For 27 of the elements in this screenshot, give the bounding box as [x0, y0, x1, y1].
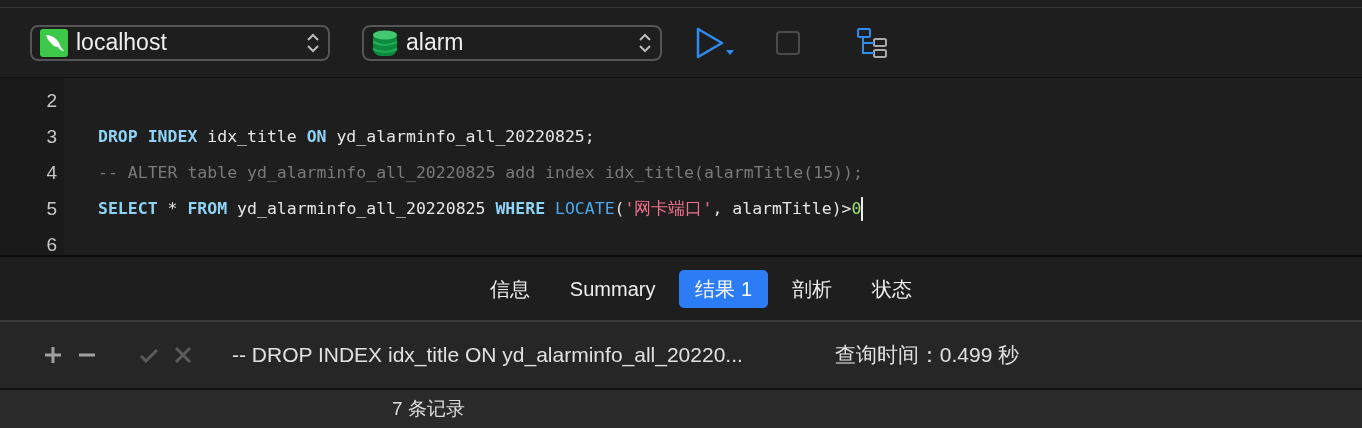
line-number: 6 — [46, 232, 57, 257]
line-number: 5 — [46, 196, 57, 221]
stepper-icon — [306, 31, 320, 54]
query-time: 查询时间：0.499 秒 — [834, 342, 1020, 369]
connection-name: localhost — [76, 28, 167, 58]
result-tab[interactable]: 结果 1 — [679, 269, 769, 308]
result-tab[interactable]: 信息 — [473, 269, 546, 308]
code-line: SELECT * FROM yd_alarminfo_all_20220825 WHERE LOCATE('网卡端口', alarmTitle)>0 — [98, 197, 862, 220]
dolphin-icon — [40, 28, 68, 57]
result-tab[interactable]: 剖析 — [776, 269, 849, 308]
line-number: 2 — [46, 88, 57, 113]
stepper-icon — [638, 31, 652, 54]
record-count: 7 条记录 — [392, 396, 465, 421]
connection-select[interactable]: localhost — [30, 24, 330, 61]
line-number: 4 — [46, 160, 57, 185]
add-button[interactable] — [42, 344, 64, 366]
result-tab[interactable]: 状态 — [856, 269, 929, 308]
run-button[interactable] — [694, 25, 736, 60]
code-line: DROP INDEX idx_title ON yd_alarminfo_all_20220825; — [98, 125, 595, 148]
line-number: 3 — [46, 124, 57, 149]
database-icon — [372, 28, 398, 57]
database-name: alarm — [406, 28, 464, 58]
code-line: -- ALTER table yd_alarminfo_all_20220825 add index idx_title(alarmTitle(15)); — [98, 161, 863, 184]
result-tab[interactable]: Summary — [553, 269, 672, 308]
database-select[interactable]: alarm — [362, 24, 662, 61]
schema-tree-icon[interactable] — [856, 26, 888, 59]
query-text: -- DROP INDEX idx_title ON yd_alarminfo_all_20220... — [232, 342, 743, 369]
